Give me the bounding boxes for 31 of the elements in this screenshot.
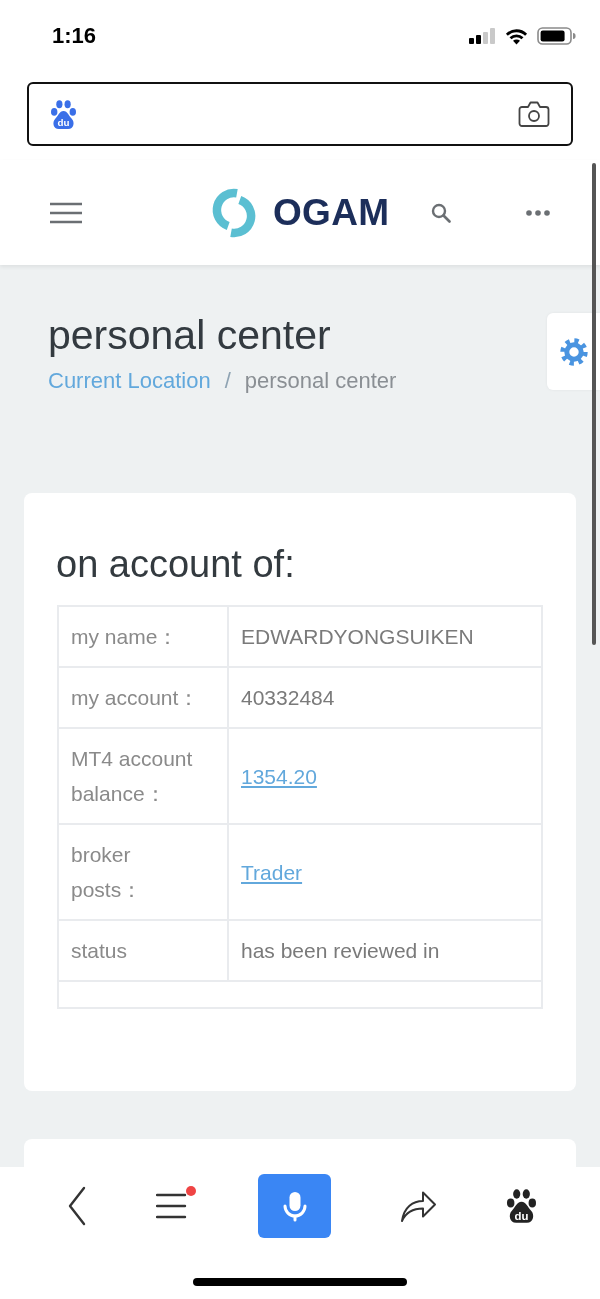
battery-icon — [537, 27, 576, 45]
signal-icon — [469, 28, 496, 44]
camera-icon[interactable] — [518, 100, 550, 128]
field-label: status — [58, 920, 228, 981]
back-icon[interactable] — [67, 1186, 87, 1226]
field-label: broker posts： — [58, 824, 228, 920]
breadcrumb-separator: / — [224, 367, 231, 395]
card-title: on account of: — [56, 542, 296, 587]
page-title: personal center — [48, 311, 332, 360]
search-field[interactable]: du — [27, 82, 573, 146]
share-icon[interactable] — [399, 1189, 437, 1223]
field-value: 40332484 — [228, 667, 542, 728]
value-link[interactable]: 1354.20 — [241, 764, 317, 788]
settings-button[interactable] — [547, 313, 600, 390]
field-value: EDWARDYONGSUIKEN — [228, 606, 542, 667]
value-link[interactable]: Trader — [241, 860, 303, 884]
more-icon[interactable] — [526, 209, 551, 216]
breadcrumb-current: personal center — [244, 367, 397, 395]
wifi-icon — [505, 27, 528, 45]
settings-icon — [559, 337, 588, 366]
paw-logo[interactable]: du — [505, 1188, 538, 1224]
paw-logo[interactable]: du — [50, 98, 77, 130]
status-time: 1:16 — [52, 23, 97, 49]
field-label: my account： — [58, 667, 228, 728]
voice-button[interactable] — [258, 1174, 331, 1238]
field-label: my name： — [58, 606, 228, 667]
brand-name: OGAM — [273, 190, 390, 235]
menu-icon[interactable] — [155, 1192, 188, 1220]
search-icon[interactable] — [431, 202, 452, 223]
field-label: MT4 account balance： — [58, 728, 228, 824]
field-value: has been reviewed in — [228, 920, 542, 981]
